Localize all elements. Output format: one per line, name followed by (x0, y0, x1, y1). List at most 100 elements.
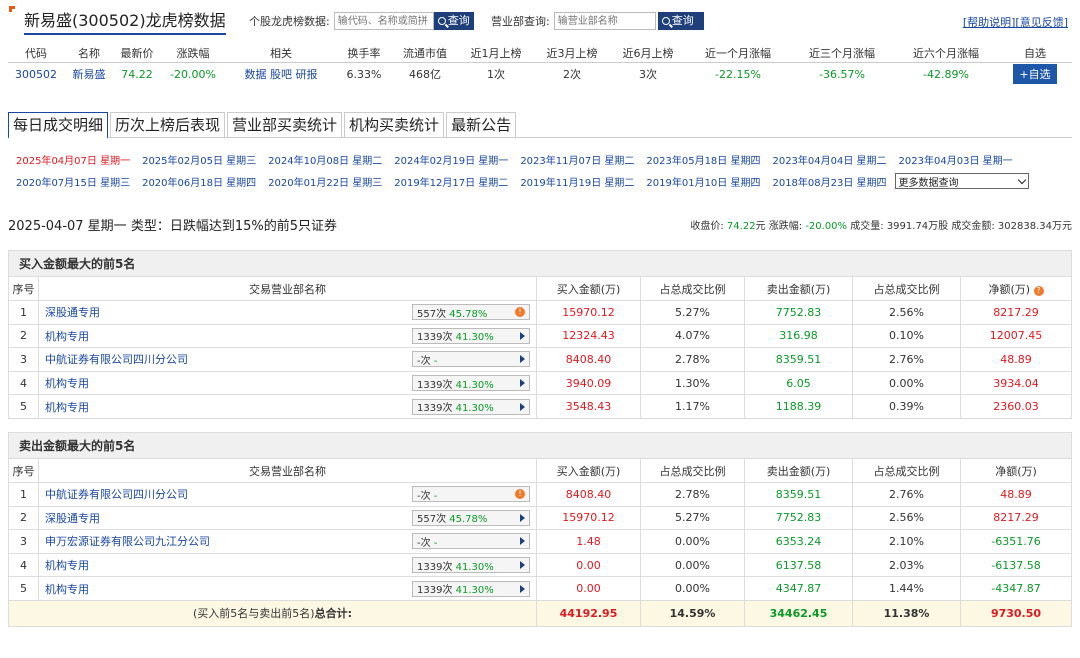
row-number: 4 (8, 370, 39, 396)
buy-amount: 3940.09 (536, 370, 641, 396)
tab-daily-detail[interactable]: 每日成交明细 (8, 112, 109, 139)
dept-name-link[interactable]: 机构专用 (38, 370, 409, 396)
chevron-down-icon (1017, 175, 1026, 184)
dept-count: -次 - (417, 352, 437, 367)
date-link[interactable]: 2023年04月03日 星期一 (899, 152, 1013, 167)
quote-header: 流通市值 (392, 44, 458, 63)
expand-arrow-icon[interactable] (520, 379, 525, 388)
dept-search-input[interactable] (553, 12, 656, 30)
date-link[interactable]: 2024年02月19日 星期一 (394, 152, 508, 167)
date-link[interactable]: 2019年11月19日 星期二 (520, 174, 634, 189)
expand-arrow-icon[interactable] (520, 513, 525, 522)
related-guba-link[interactable]: 股吧 (270, 68, 292, 81)
table-row: 5 机构专用 1339次 41.30% 3548.43 1.17% 1188.39 0.39… (8, 394, 1072, 419)
dept-count-pct: 41.30% (455, 585, 494, 597)
tab-history-performance[interactable]: 历次上榜后表现 (110, 112, 226, 137)
dept-name-link[interactable]: 机构专用 (38, 394, 409, 419)
dept-count-box[interactable]: -次 - (412, 351, 530, 368)
net-amount: 48.89 (960, 347, 1072, 372)
expand-arrow-icon[interactable] (520, 537, 525, 546)
date-link[interactable]: 2020年01月22日 星期三 (268, 174, 382, 189)
dept-count-times: 1339次 (417, 561, 453, 573)
add-favorite-button[interactable]: +自选 (1013, 64, 1057, 85)
sell-table-caption: 卖出金额最大的前5名 (8, 432, 1072, 459)
buy-table-header-row: 序号 交易营业部名称 买入金额(万) 占总成交比例 卖出金额(万) 占总成交比例… (8, 276, 1072, 301)
dept-count-pct: 41.30% (455, 561, 494, 573)
dept-count-box[interactable]: 557次 45.78%! (412, 304, 530, 321)
expand-arrow-icon[interactable] (520, 561, 525, 570)
dept-count-box[interactable]: 1339次 41.30% (412, 557, 530, 574)
table-row: 3 中航证券有限公司四川分公司 -次 - 8408.40 2.78% 8359.51 2.7… (8, 347, 1072, 372)
expand-arrow-icon[interactable] (520, 584, 525, 593)
table-row: 1 深股通专用 557次 45.78%! 15970.12 5.27% 7752.83 2.… (8, 300, 1072, 325)
col-header-net: 净额(万) ? (960, 276, 1072, 301)
tab-dept-stats[interactable]: 营业部买卖统计 (227, 112, 343, 137)
info-icon[interactable]: ! (515, 489, 525, 500)
dept-count-box[interactable]: 557次 45.78% (412, 509, 530, 526)
quote-header: 涨跌幅 (160, 44, 226, 63)
dept-count-box[interactable]: 1339次 41.30% (412, 580, 530, 597)
buy-ratio: 5.27% (640, 300, 745, 325)
quote-table: 代码 名称 最新价 涨跌幅 相关 换手率 流通市值 近1月上榜 近3月上榜 近6… (8, 44, 1072, 86)
date-link[interactable]: 2023年05月18日 星期四 (646, 152, 760, 167)
expand-arrow-icon[interactable] (520, 402, 525, 411)
sell-amount: 7752.83 (744, 300, 853, 325)
dept-name-link[interactable]: 中航证券有限公司四川分公司 (38, 482, 409, 507)
dept-name-link[interactable]: 机构专用 (38, 576, 409, 601)
dept-count-box[interactable]: -次 -! (412, 486, 530, 503)
date-link[interactable]: 2025年04月07日 星期一 (16, 152, 130, 167)
buy-ratio: 0.00% (640, 552, 745, 578)
date-link[interactable]: 2019年12月17日 星期二 (394, 174, 508, 189)
dept-count-box[interactable]: 1339次 41.30% (412, 398, 530, 415)
question-icon[interactable]: ? (1033, 285, 1044, 296)
dept-count: 1339次 41.30% (417, 376, 494, 391)
dept-name-link[interactable]: 机构专用 (38, 323, 409, 349)
table-row: 2 深股通专用 557次 45.78% 15970.12 5.27% 7752.83 2.5… (8, 505, 1072, 531)
related-data-link[interactable]: 数据 (245, 68, 267, 81)
expand-arrow-icon[interactable] (520, 355, 525, 364)
date-link[interactable]: 2023年11月07日 星期二 (520, 152, 634, 167)
dept-name-link[interactable]: 深股通专用 (38, 505, 409, 531)
dept-count-pct: 41.30% (455, 332, 494, 344)
dept-search-button[interactable]: 查询 (657, 12, 704, 30)
listed-1m: 1次 (487, 68, 505, 82)
date-link[interactable]: 2020年06月18日 星期四 (142, 174, 256, 189)
date-link[interactable]: 2020年07月15日 星期三 (16, 174, 130, 189)
dept-count-box[interactable]: -次 - (412, 533, 530, 550)
date-link[interactable]: 2019年01月10日 星期四 (646, 174, 760, 189)
date-link[interactable]: 2023年04月04日 星期二 (772, 152, 886, 167)
stock-code[interactable]: 300502 (8, 62, 64, 86)
col-header: 占总成交比例 (640, 458, 745, 483)
related-report-link[interactable]: 研报 (296, 68, 318, 81)
expand-arrow-icon[interactable] (520, 331, 525, 340)
stock-search-button[interactable]: 查询 (433, 12, 474, 30)
buy-ratio: 0.00% (640, 529, 745, 554)
feedback-link[interactable]: [意见反馈] (1015, 16, 1068, 29)
dept-name-link[interactable]: 申万宏源证券有限公司九江分公司 (38, 529, 409, 554)
col-header: 序号 (8, 276, 39, 301)
date-link[interactable]: 2024年10月08日 星期二 (268, 152, 382, 167)
col-header: 买入金额(万) (536, 276, 641, 301)
tab-announcements[interactable]: 最新公告 (446, 112, 517, 137)
dept-name-link[interactable]: 深股通专用 (38, 300, 409, 325)
col-header: 净额(万) (960, 458, 1072, 483)
price-change: -20.00% (170, 67, 216, 81)
table-row: 2 机构专用 1339次 41.30% 12324.43 4.07% 316.98 0.10… (8, 323, 1072, 349)
buy-amount: 15970.12 (536, 505, 641, 531)
dept-count-box[interactable]: 1339次 41.30% (412, 375, 530, 392)
more-dates-select[interactable]: 更多数据查询 (894, 173, 1029, 189)
info-icon[interactable]: ! (515, 307, 525, 318)
help-link[interactable]: [帮助说明] (963, 16, 1016, 29)
latest-price: 74.22 (121, 67, 153, 81)
date-link[interactable]: 2025年02月05日 星期三 (142, 152, 256, 167)
dept-name-link[interactable]: 机构专用 (38, 552, 409, 578)
total-buy-ratio: 14.59% (640, 599, 745, 627)
stock-search-input[interactable] (333, 12, 434, 30)
tab-institution-stats[interactable]: 机构买卖统计 (344, 112, 445, 137)
stock-name[interactable]: 新易盛 (64, 62, 114, 86)
search-icon (661, 17, 670, 25)
date-links-row1: 2025年04月07日 星期一 2025年02月05日 星期三 2024年10月… (16, 152, 1025, 167)
date-link[interactable]: 2018年08月23日 星期四 (772, 174, 886, 189)
dept-name-link[interactable]: 中航证券有限公司四川分公司 (38, 347, 409, 372)
dept-count-box[interactable]: 1339次 41.30% (412, 327, 530, 344)
